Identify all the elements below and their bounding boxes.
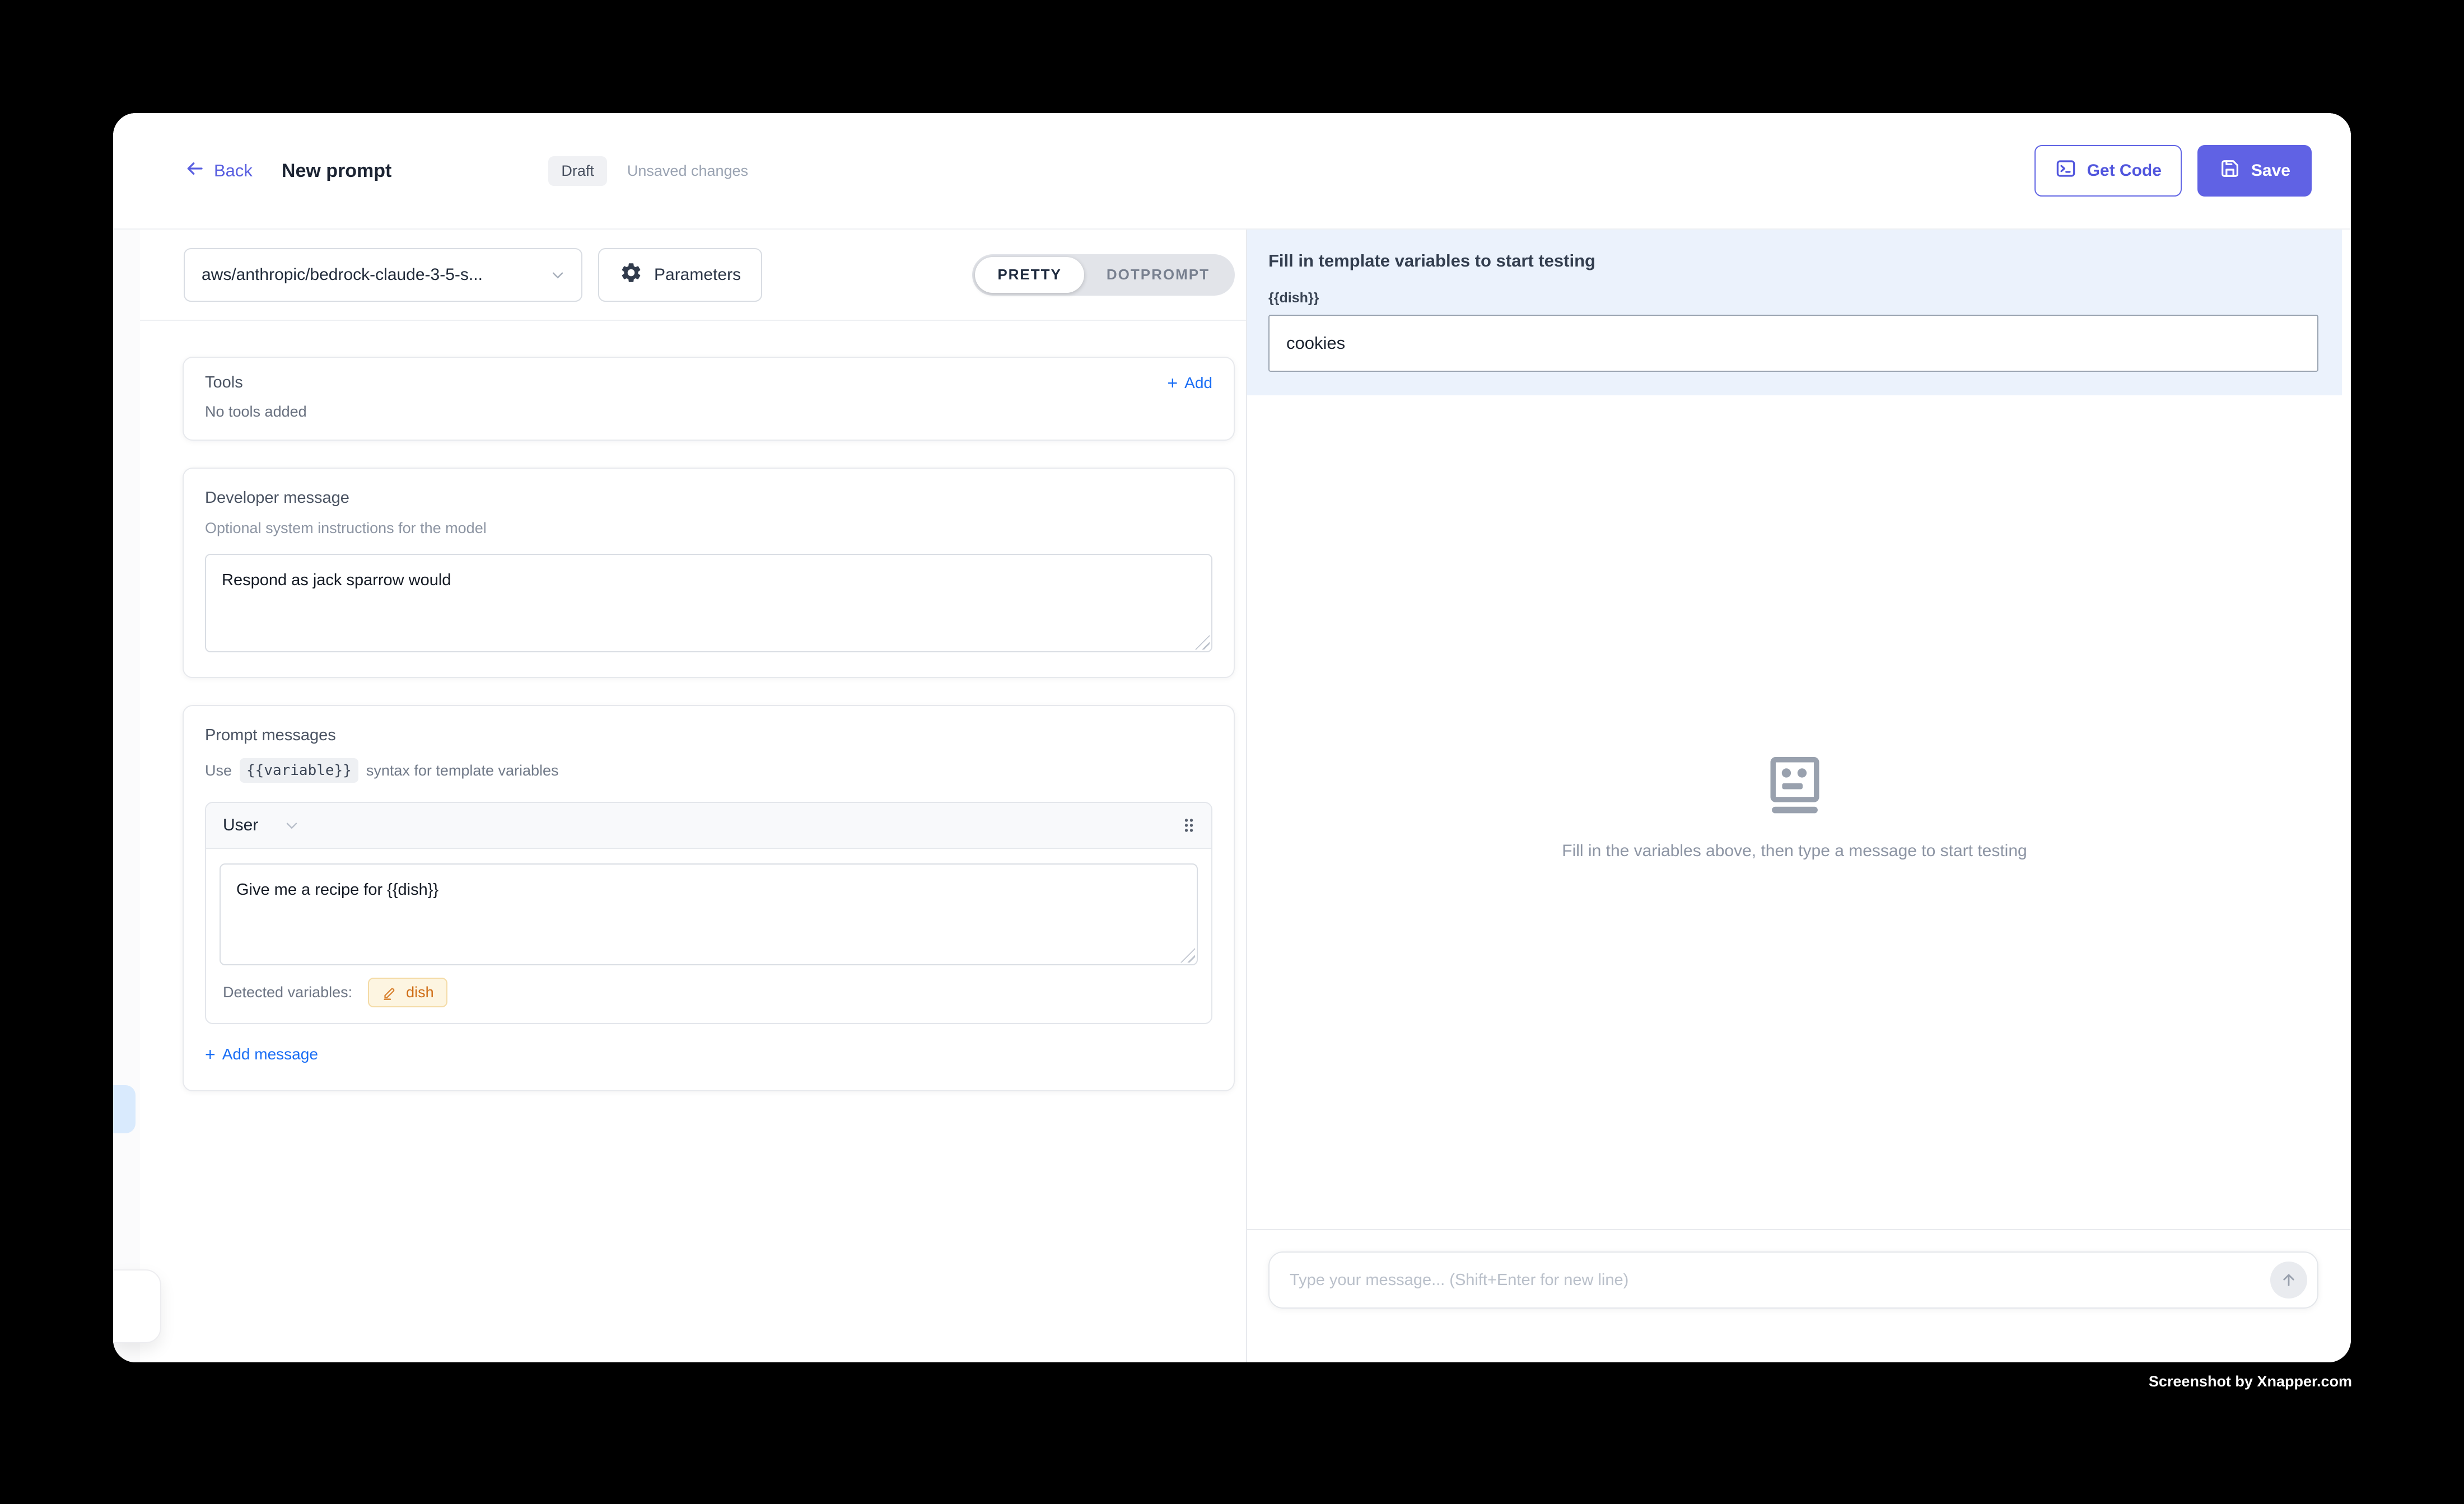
editor-toolbar: aws/anthropic/bedrock-claude-3-5-s... Pa… xyxy=(140,230,1246,321)
prompt-messages-card: Prompt messages Use {{variable}} syntax … xyxy=(183,705,1235,1091)
chat-area: Fill in the variables above, then type a… xyxy=(1247,395,2351,1229)
parameters-label: Parameters xyxy=(654,265,741,284)
role-selector-value: User xyxy=(223,816,258,835)
arrow-up-icon xyxy=(2279,1271,2298,1290)
developer-subtitle: Optional system instructions for the mod… xyxy=(205,520,1212,537)
back-button[interactable]: Back xyxy=(185,158,253,183)
get-code-button[interactable]: Get Code xyxy=(2034,145,2182,197)
variable-badge-dish[interactable]: dish xyxy=(368,978,447,1007)
developer-title: Developer message xyxy=(205,489,1212,507)
user-message-textarea[interactable]: Give me a recipe for {{dish}} xyxy=(220,863,1198,965)
variables-banner-title: Fill in template variables to start test… xyxy=(1268,251,2318,271)
chat-input xyxy=(1268,1251,2318,1309)
watermark: Screenshot by Xnapper.com xyxy=(2149,1373,2352,1390)
app-window: Back New prompt Draft Unsaved changes Ge… xyxy=(113,113,2351,1362)
toggle-option-pretty[interactable]: PRETTY xyxy=(975,257,1084,293)
back-label: Back xyxy=(214,161,253,181)
message-block: User Give me a recipe for {{d xyxy=(205,802,1212,1024)
add-message-label: Add message xyxy=(222,1045,318,1063)
prompt-title: Prompt messages xyxy=(205,726,1212,745)
edit-pencil-icon xyxy=(381,984,398,1001)
get-code-label: Get Code xyxy=(2087,161,2162,180)
prompt-editor-panel: aws/anthropic/bedrock-claude-3-5-s... Pa… xyxy=(140,230,1246,1362)
save-icon xyxy=(2219,157,2241,184)
add-message-button[interactable]: + Add message xyxy=(205,1045,1212,1063)
syntax-prefix: Use xyxy=(205,762,232,779)
variable-value-input[interactable] xyxy=(1268,315,2318,372)
rail-card-fragment[interactable] xyxy=(113,1269,161,1343)
arrow-left-icon xyxy=(185,158,205,183)
model-selector[interactable]: aws/anthropic/bedrock-claude-3-5-s... xyxy=(184,248,582,302)
save-label: Save xyxy=(2251,161,2290,180)
main-body: aws/anthropic/bedrock-claude-3-5-s... Pa… xyxy=(113,230,2351,1362)
plus-icon: + xyxy=(1167,374,1178,392)
variable-name-label: {{dish}} xyxy=(1268,290,2318,306)
tools-card: Tools + Add No tools added xyxy=(183,357,1235,441)
drag-handle-icon[interactable] xyxy=(1183,817,1194,834)
message-header: User xyxy=(206,803,1211,849)
test-panel: Fill in template variables to start test… xyxy=(1246,230,2351,1362)
detected-variables-label: Detected variables: xyxy=(223,984,352,1001)
unsaved-changes-note: Unsaved changes xyxy=(627,162,748,180)
detected-variables-row: Detected variables: dish xyxy=(206,965,1211,1023)
send-button[interactable] xyxy=(2270,1262,2307,1299)
chevron-down-icon xyxy=(549,266,567,284)
tools-title: Tools xyxy=(205,373,243,392)
header: Back New prompt Draft Unsaved changes Ge… xyxy=(113,113,2351,230)
parameters-button[interactable]: Parameters xyxy=(598,248,762,302)
model-selector-value: aws/anthropic/bedrock-claude-3-5-s... xyxy=(202,265,483,284)
save-button[interactable]: Save xyxy=(2197,145,2312,197)
syntax-suffix: syntax for template variables xyxy=(366,762,559,779)
terminal-icon xyxy=(2055,157,2077,184)
gear-icon xyxy=(619,261,643,289)
plus-icon: + xyxy=(205,1045,216,1063)
variable-badge-label: dish xyxy=(406,984,434,1001)
variables-banner: Fill in template variables to start test… xyxy=(1247,230,2342,395)
chevron-down-icon[interactable] xyxy=(283,816,301,834)
chat-message-field[interactable] xyxy=(1276,1271,2270,1290)
add-tool-label: Add xyxy=(1184,374,1212,392)
tools-empty-text: No tools added xyxy=(205,403,1212,421)
chat-input-bar xyxy=(1247,1229,2351,1362)
syntax-code-chip: {{variable}} xyxy=(240,758,358,783)
empty-state-text: Fill in the variables above, then type a… xyxy=(1562,842,2027,861)
left-rail xyxy=(113,230,140,1362)
developer-message-textarea[interactable]: Respond as jack sparrow would xyxy=(205,554,1212,652)
syntax-hint: Use {{variable}} syntax for template var… xyxy=(205,758,1212,783)
toggle-option-dotprompt[interactable]: DOTPROMPT xyxy=(1084,257,1232,293)
empty-state: Fill in the variables above, then type a… xyxy=(1247,756,2342,861)
screenshot-canvas: Back New prompt Draft Unsaved changes Ge… xyxy=(0,0,2464,1504)
status-badge: Draft xyxy=(548,156,607,186)
developer-message-card: Developer message Optional system instru… xyxy=(183,468,1235,678)
rail-highlight-fragment[interactable] xyxy=(113,1085,136,1133)
add-tool-button[interactable]: + Add xyxy=(1167,374,1212,392)
editor-content: Tools + Add No tools added Developer mes… xyxy=(140,321,1246,1362)
view-mode-toggle: PRETTY DOTPROMPT xyxy=(972,254,1235,296)
robot-icon xyxy=(1763,756,1826,817)
page-title: New prompt xyxy=(282,160,391,182)
